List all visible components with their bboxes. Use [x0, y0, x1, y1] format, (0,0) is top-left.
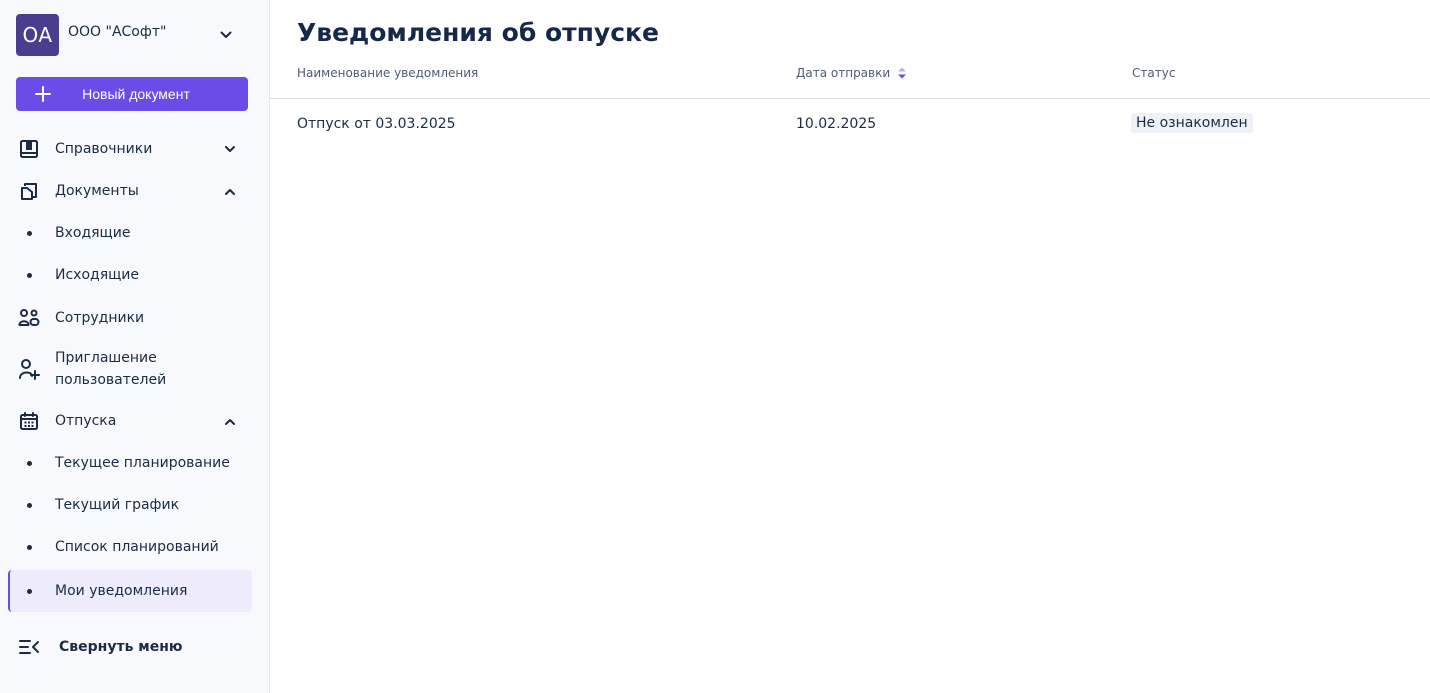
new-document-button[interactable]: Новый документ [16, 77, 248, 111]
sidebar-item-incoming[interactable]: Входящие [8, 220, 252, 246]
sidebar-item-employees[interactable]: Сотрудники [8, 305, 252, 331]
sidebar-item-invite-users[interactable]: Приглашение пользователей [8, 346, 252, 392]
org-avatar: OA [16, 14, 59, 56]
cell-name: Отпуск от 03.03.2025 [297, 116, 456, 132]
chevron-down-icon[interactable] [216, 25, 236, 45]
bullet-icon [27, 588, 32, 594]
status-badge: Не ознакомлен [1131, 113, 1253, 133]
user-plus-icon [17, 357, 41, 381]
menu-collapse-icon [17, 635, 41, 659]
calendar-icon [17, 409, 41, 433]
documents-icon [17, 179, 41, 203]
sidebar-item-current-schedule[interactable]: Текущий график [8, 492, 252, 518]
column-header-name[interactable]: Наименование уведомления [297, 66, 478, 80]
column-header-status[interactable]: Статус [1132, 66, 1175, 80]
chevron-up-icon [220, 181, 240, 201]
table-header: Наименование уведомления Дата отправки С… [270, 58, 1430, 99]
column-header-label: Статус [1132, 66, 1176, 80]
column-header-date[interactable]: Дата отправки [796, 66, 907, 80]
sidebar-item-planning-list[interactable]: Список планирований [8, 534, 252, 560]
table-row[interactable]: Отпуск от 03.03.2025 10.02.2025 Не ознак… [270, 100, 1430, 148]
sidebar-item-label: Сотрудники [55, 310, 145, 326]
sidebar-item-label: Документы [55, 183, 139, 199]
chevron-down-icon [220, 139, 240, 159]
bullet-icon [27, 230, 32, 236]
collapse-menu-button[interactable]: Свернуть меню [8, 633, 252, 661]
sidebar-item-label: Исходящие [55, 267, 140, 283]
bullet-icon [27, 502, 32, 508]
bullet-icon [27, 460, 32, 466]
plus-icon [32, 83, 54, 105]
cell-date: 10.02.2025 [796, 116, 877, 132]
sort-icon[interactable] [897, 66, 907, 80]
sidebar-item-directories[interactable]: Справочники [8, 136, 252, 162]
sidebar-item-vacations[interactable]: Отпуска [8, 408, 252, 434]
book-icon [17, 137, 41, 161]
page-title: Уведомления об отпуске [297, 18, 659, 47]
sidebar-item-label: Входящие [55, 225, 131, 241]
sidebar-item-label: Текущее планирование [55, 455, 230, 471]
sidebar-item-label: Справочники [55, 141, 153, 157]
sidebar-item-current-planning[interactable]: Текущее планирование [8, 450, 252, 476]
org-switcher[interactable]: OA ООО "АСофт" [16, 14, 248, 56]
org-name: ООО "АСофт" [68, 24, 167, 40]
sidebar-item-label: Мои уведомления [55, 583, 188, 599]
users-icon [17, 306, 41, 330]
chevron-up-icon [220, 411, 240, 431]
collapse-menu-label: Свернуть меню [59, 639, 183, 655]
bullet-icon [27, 544, 32, 550]
sidebar: OA ООО "АСофт" Новый документ Справочник… [0, 0, 270, 693]
sidebar-item-label: Приглашение пользователей [55, 350, 167, 388]
bullet-icon [27, 272, 32, 278]
sidebar-item-documents[interactable]: Документы [8, 178, 252, 204]
sidebar-item-label: Текущий график [55, 497, 180, 513]
column-header-label: Дата отправки [796, 66, 891, 80]
new-document-label: Новый документ [82, 86, 190, 102]
sidebar-item-label: Отпуска [55, 413, 117, 429]
sidebar-item-my-notifications[interactable]: Мои уведомления [8, 570, 252, 612]
sidebar-item-label: Список планирований [55, 539, 219, 555]
sidebar-item-outgoing[interactable]: Исходящие [8, 262, 252, 288]
column-header-label: Наименование уведомления [297, 66, 479, 80]
